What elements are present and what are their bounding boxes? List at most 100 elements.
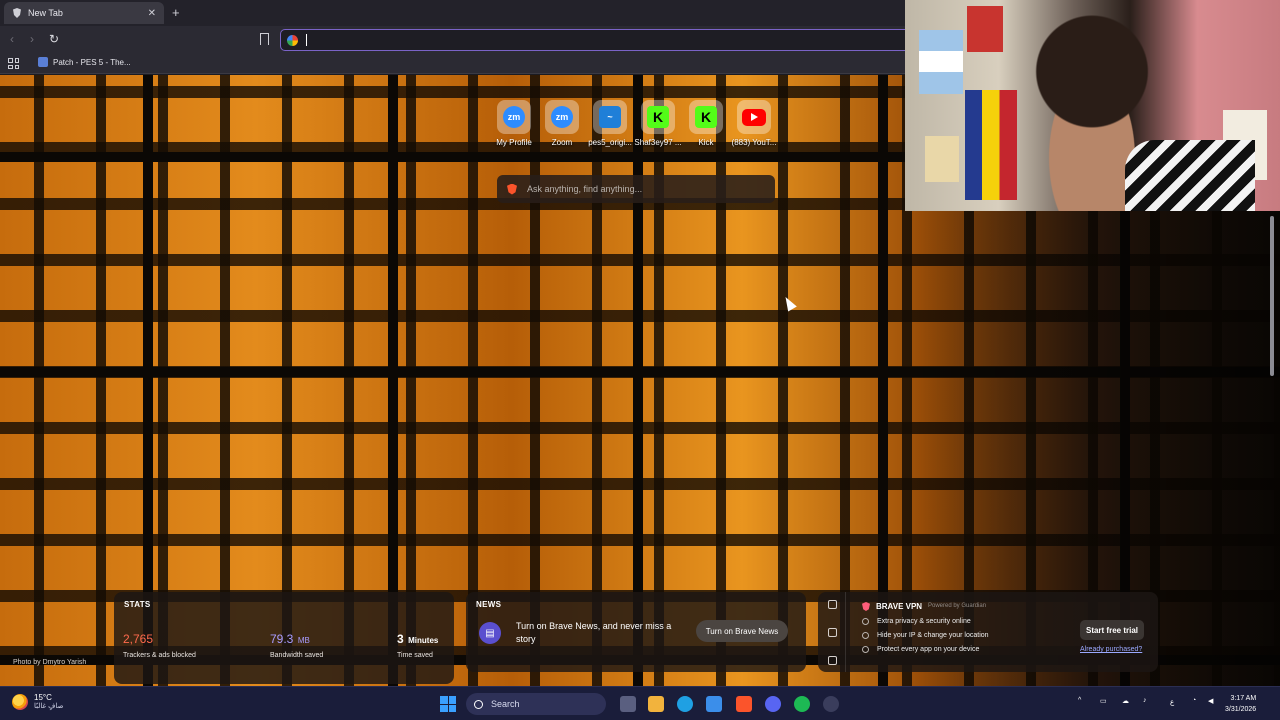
time-value: 3: [397, 632, 404, 646]
news-widget: NEWS ▤ Turn on Brave News, and never mis…: [466, 592, 806, 672]
vpn-title: BRAVE VPN: [862, 602, 922, 611]
reload-icon[interactable]: ↻: [49, 32, 59, 46]
start-free-trial-button[interactable]: Start free trial: [1080, 620, 1144, 640]
back-icon[interactable]: ‹: [10, 32, 14, 46]
apps-grid-icon[interactable]: [8, 58, 19, 69]
weather-icon: [12, 693, 28, 710]
widget-switcher: [818, 592, 846, 672]
taskbar-search-label: Search: [491, 699, 520, 709]
site-tile: [737, 100, 771, 134]
vpn-feature: Protect every app on your device: [862, 646, 979, 653]
photo-credit[interactable]: Photo by Dmytro Yarish: [13, 659, 86, 666]
app-icon[interactable]: [823, 696, 839, 712]
brave-shield-icon: [13, 8, 21, 18]
trackers-value: 2,765: [123, 632, 154, 646]
store-icon[interactable]: [706, 696, 722, 712]
site-tile: ~: [593, 100, 627, 134]
vpn-icon: [862, 602, 870, 611]
vpn-title-text: BRAVE VPN: [876, 602, 923, 611]
bookmark-favicon-icon: [38, 57, 48, 67]
site-tile: K: [689, 100, 723, 134]
bandwidth-caption: Bandwidth saved: [270, 652, 324, 659]
brave-lion-icon: [507, 183, 517, 195]
wall-flag: [919, 30, 963, 94]
weather-widget[interactable]: 15°C صافٍ غالبًا: [12, 693, 63, 710]
youtube-icon: [742, 108, 766, 126]
bookmark-item[interactable]: Patch - PES 5 - The...: [38, 57, 131, 67]
site-label: Kick: [698, 138, 714, 147]
url-input[interactable]: [307, 34, 867, 46]
wall-poster: [967, 6, 1003, 52]
tray-expand-icon[interactable]: ^: [1078, 697, 1081, 704]
top-site-shaf3ey97[interactable]: K Shaf3ey97 ...: [634, 100, 682, 147]
search-icon: [474, 699, 483, 709]
discord-icon[interactable]: [765, 696, 781, 712]
bandwidth-value: 79.3: [270, 632, 294, 646]
task-view-icon[interactable]: [620, 696, 636, 712]
news-icon: ▤: [479, 622, 501, 644]
address-bar[interactable]: [280, 29, 920, 51]
news-promo-text: Turn on Brave News, and never miss a sto…: [516, 621, 672, 644]
scrollbar-thumb[interactable]: [1270, 216, 1274, 376]
onedrive-icon[interactable]: ☁: [1122, 697, 1129, 705]
close-tab-icon[interactable]: ✕: [148, 8, 156, 19]
top-site-youtube[interactable]: (883) YouT...: [732, 100, 776, 147]
top-site-my-profile[interactable]: zm My Profile: [492, 100, 536, 147]
time-caption: Time saved: [397, 652, 433, 659]
clock[interactable]: 3:17 AM 3/31/2026: [1225, 693, 1256, 715]
site-label: My Profile: [496, 138, 532, 147]
volume-icon[interactable]: ◀: [1208, 697, 1213, 705]
zoom-icon: zm: [503, 106, 525, 128]
top-site-zoom[interactable]: zm Zoom: [540, 100, 584, 147]
vpn-tab-icon[interactable]: [828, 600, 837, 609]
kick-icon: K: [695, 106, 717, 128]
time-unit: Minutes: [408, 636, 439, 645]
streamer-shirt: [1125, 140, 1255, 211]
site-label: Zoom: [551, 138, 573, 147]
forward-icon[interactable]: ›: [30, 32, 34, 46]
webcam-overlay: [905, 0, 1280, 211]
network-tray-icon[interactable]: ▭: [1100, 697, 1107, 705]
input-language[interactable]: ع: [1170, 698, 1174, 706]
turn-on-brave-news-button[interactable]: Turn on Brave News: [696, 620, 788, 642]
rewards-tab-icon[interactable]: [828, 656, 837, 665]
vpn-feature: Hide your IP & change your location: [862, 632, 989, 639]
already-purchased-link[interactable]: Already purchased?: [1080, 646, 1142, 653]
top-site-pes5[interactable]: ~ pes5_origi...: [588, 100, 632, 147]
weather-condition: صافٍ غالبًا: [34, 703, 64, 710]
brave-icon[interactable]: [736, 696, 752, 712]
vpn-feature: Extra privacy & security online: [862, 618, 971, 625]
search-box[interactable]: Ask anything, find anything...: [497, 175, 775, 203]
wifi-icon[interactable]: ◔: [1192, 697, 1196, 704]
google-icon: [287, 34, 298, 46]
new-tab-button[interactable]: +: [172, 5, 180, 20]
top-site-kick[interactable]: K Kick: [684, 100, 728, 147]
clock-date: 3/31/2026: [1225, 706, 1257, 713]
taskbar-search[interactable]: Search: [466, 693, 606, 715]
microphone-icon[interactable]: ♪: [1143, 697, 1147, 704]
tab-new-tab[interactable]: New Tab ✕: [4, 2, 164, 24]
windows-start-icon[interactable]: [440, 696, 456, 712]
weather-text: 15°C صافٍ غالبًا: [34, 693, 63, 710]
kick-icon: K: [647, 106, 669, 128]
site-tile: K: [641, 100, 675, 134]
bookmark-label: Patch - PES 5 - The...: [53, 57, 131, 67]
stats-widget[interactable]: STATS 2,765 Trackers & ads blocked 79.3 …: [114, 592, 454, 684]
trackers-caption: Trackers & ads blocked: [123, 652, 196, 659]
wall-poster: [925, 136, 959, 182]
site-label: Shaf3ey97 ...: [634, 138, 682, 147]
talk-tab-icon[interactable]: [828, 628, 837, 637]
stat-bandwidth: 79.3 MB Bandwidth saved: [270, 630, 323, 659]
edge-icon[interactable]: [677, 696, 693, 712]
tab-title: New Tab: [28, 8, 63, 18]
stat-trackers: 2,765 Trackers & ads blocked: [123, 630, 196, 659]
pes-icon: ~: [599, 106, 621, 128]
file-explorer-icon[interactable]: [648, 696, 664, 712]
spotify-icon[interactable]: [794, 696, 810, 712]
search-placeholder: Ask anything, find anything...: [527, 184, 643, 194]
stat-time: 3 Minutes Time saved: [397, 630, 438, 659]
bookmark-icon[interactable]: [260, 33, 269, 45]
site-tile: zm: [497, 100, 531, 134]
taskbar: 15°C صافٍ غالبًا Search ^ ▭ ☁ ♪ ع ◔ ◀ 3:…: [0, 686, 1280, 720]
bandwidth-unit: MB: [297, 636, 310, 645]
